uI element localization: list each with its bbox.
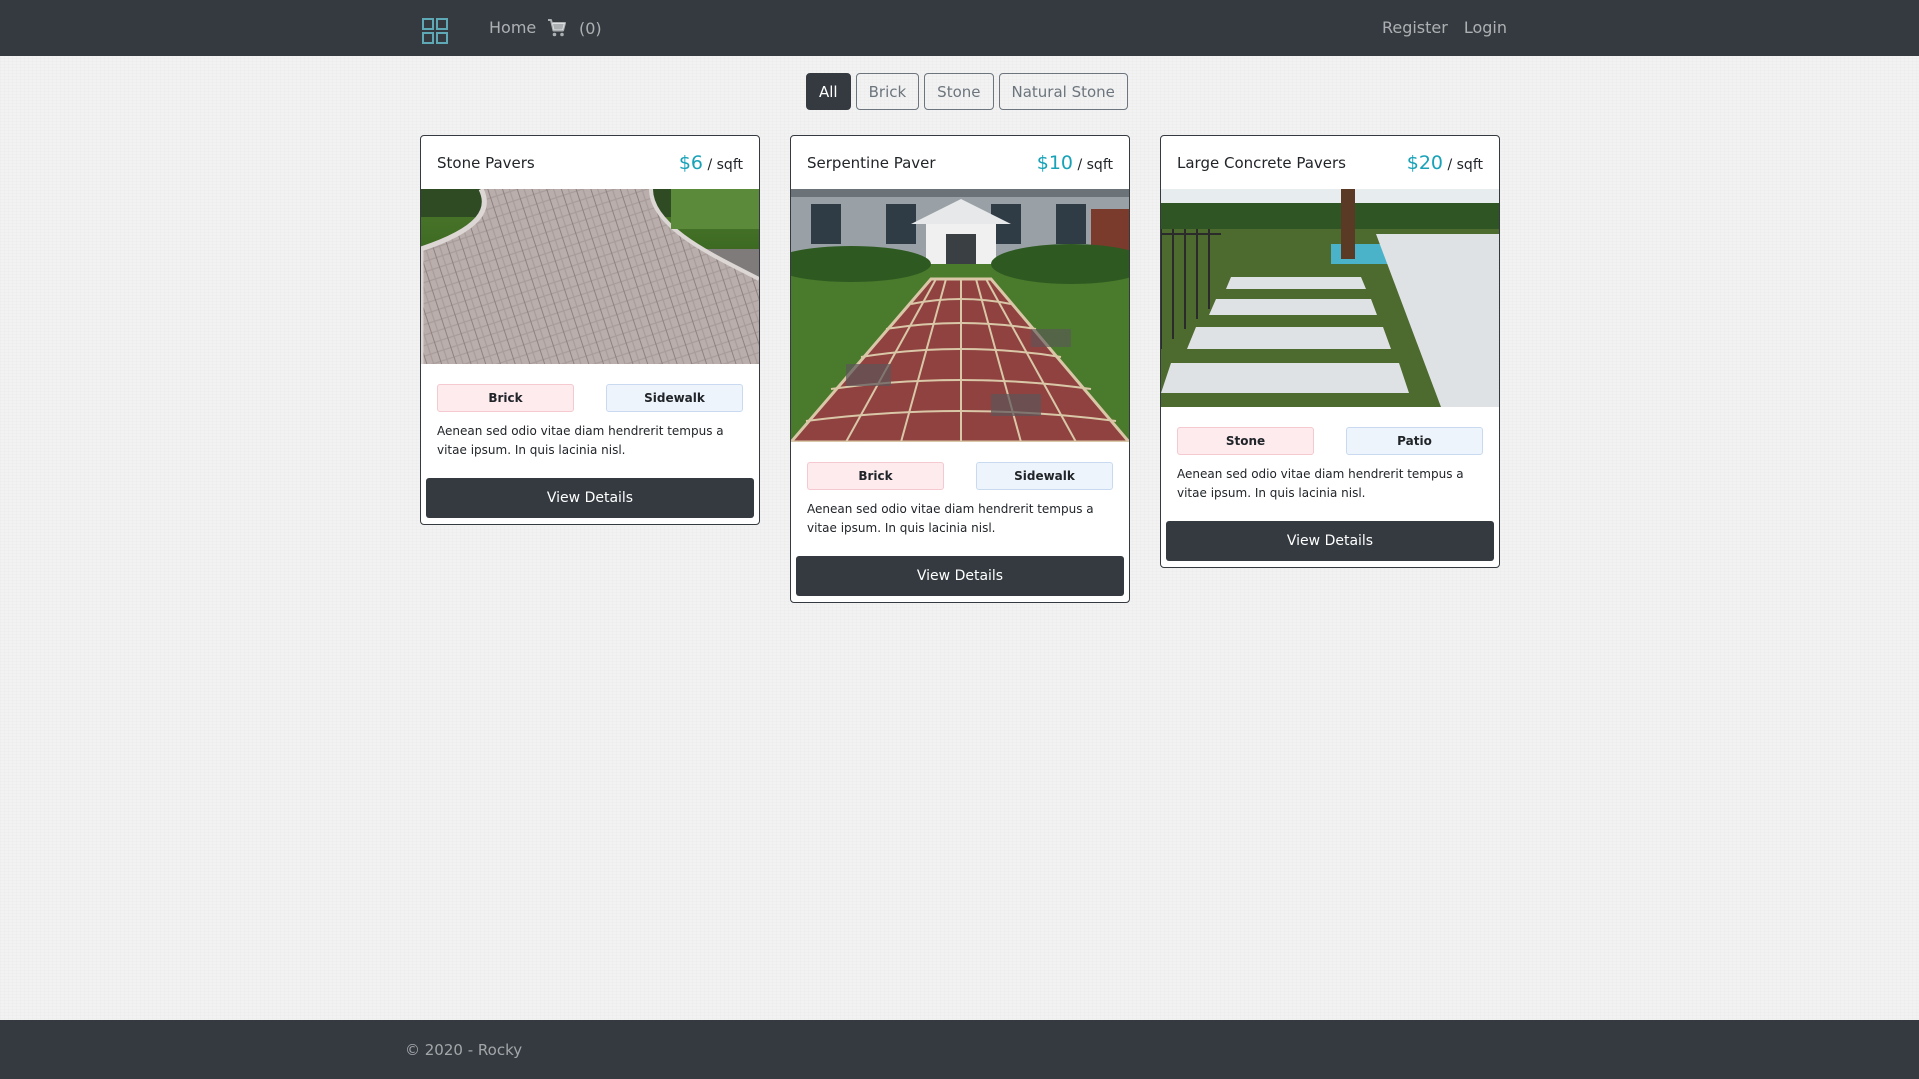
footer: © 2020 - Rocky [0,1020,1919,1079]
login-link[interactable]: Login [1464,17,1507,39]
view-details-button[interactable]: View Details [426,478,754,518]
product-title: Large Concrete Pavers [1177,153,1346,172]
tag-group: Brick Sidewalk [791,462,1129,490]
product-price: $20 / sqft [1407,152,1483,174]
filter-stone-button[interactable]: Stone [924,73,994,110]
filter-brick-button[interactable]: Brick [855,73,920,110]
card-header: Large Concrete Pavers $20 / sqft [1161,136,1499,189]
footer-copyright: © 2020 - Rocky [405,1041,523,1059]
category-filter-group: All Brick Stone Natural Stone [806,73,1128,110]
cart-icon [548,19,566,37]
product-image-serpentine-paver [791,189,1129,442]
product-title: Stone Pavers [437,153,535,172]
view-details-button[interactable]: View Details [1166,521,1494,561]
product-card-large-concrete-pavers: Large Concrete Pavers $20 / sqft Stone P… [1160,135,1500,568]
tag-badge: Brick [437,384,574,412]
tag-badge: Sidewalk [976,462,1113,490]
product-description: Aenean sed odio vitae diam hendrerit tem… [807,502,1094,535]
product-title: Serpentine Paver [807,153,936,172]
price-unit: / sqft [707,156,743,173]
product-description: Aenean sed odio vitae diam hendrerit tem… [437,424,724,457]
card-header: Serpentine Paver $10 / sqft [791,136,1129,189]
product-image-large-concrete-pavers [1161,189,1499,407]
product-price: $10 / sqft [1037,152,1113,174]
filter-natural-stone-button[interactable]: Natural Stone [998,73,1128,110]
filter-all-button[interactable]: All [806,73,851,110]
product-card-serpentine-paver: Serpentine Paver $10 / sqft Brick Sidewa… [790,135,1130,603]
price-unit: / sqft [1077,156,1113,173]
card-header: Stone Pavers $6 / sqft [421,136,759,189]
grid-icon[interactable] [422,18,448,44]
product-image-stone-pavers [421,189,759,364]
price-amount: $10 [1036,151,1074,174]
view-details-button[interactable]: View Details [796,556,1124,596]
product-price: $6 / sqft [679,152,743,174]
nav-auth-links: Register Login [1382,17,1507,39]
price-amount: $20 [1406,151,1444,174]
cart-count: (0) [579,18,602,38]
tag-badge: Patio [1346,427,1483,455]
price-unit: / sqft [1447,156,1483,173]
product-card-stone-pavers: Stone Pavers $6 / sqft Brick Sidewalk Ae… [420,135,760,525]
product-description: Aenean sed odio vitae diam hendrerit tem… [1177,467,1464,500]
tag-group: Stone Patio [1161,427,1499,455]
register-link[interactable]: Register [1382,17,1448,39]
nav-home-link[interactable]: Home [489,17,536,39]
navbar: Home (0) Register Login [0,0,1919,56]
tag-badge: Sidewalk [606,384,743,412]
tag-group: Brick Sidewalk [421,384,759,412]
tag-badge: Stone [1177,427,1314,455]
tag-badge: Brick [807,462,944,490]
price-amount: $6 [678,151,704,174]
nav-cart-link[interactable]: (0) [547,17,602,39]
